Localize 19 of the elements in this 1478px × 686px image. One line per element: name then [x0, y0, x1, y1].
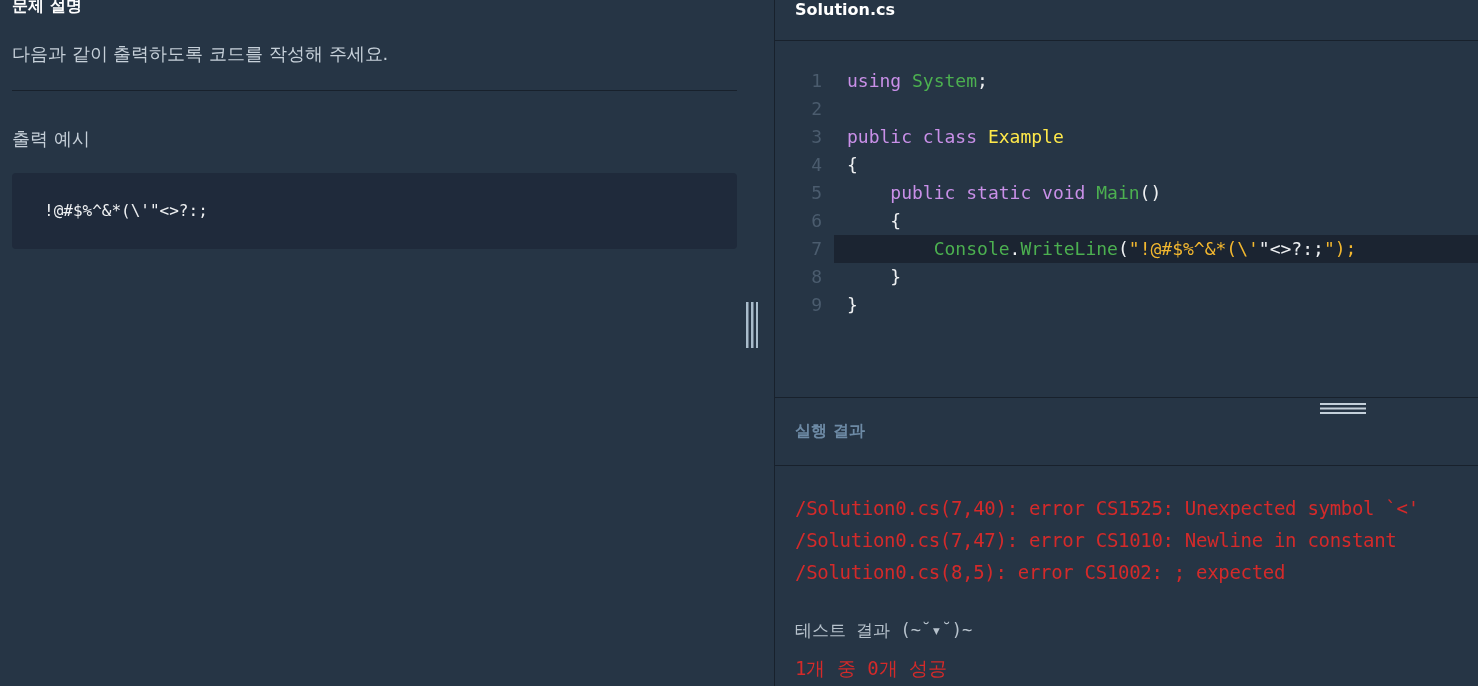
problem-description: 다음과 같이 출력하도록 코드를 작성해 주세요. — [12, 42, 390, 66]
panel-title: 실행 결과 — [795, 421, 865, 442]
file-tab[interactable]: Solution.cs — [795, 2, 895, 18]
code-line: public static void Main() — [889, 181, 1163, 205]
section-title: 출력 예시 — [12, 127, 91, 151]
code-line: using System; — [846, 69, 989, 93]
code-line: } — [889, 265, 903, 289]
code-line: } — [846, 293, 859, 317]
drag-handle-icon[interactable] — [1320, 403, 1366, 415]
code-line: { — [846, 153, 859, 177]
code-line: { — [889, 209, 903, 233]
test-result-title: 테스트 결과 (~˘▾˘)~ — [795, 619, 974, 642]
error-message: /Solution0.cs(7,40): error CS1525: Unexpected symbol `<' — [795, 496, 1420, 521]
test-summary: 1개 중 0개 성공 — [795, 656, 949, 680]
error-message: /Solution0.cs(7,47): error CS1010: Newline in constant — [795, 528, 1398, 553]
resize-handle-icon[interactable] — [746, 302, 758, 348]
example-output: !@#$%^&*(\'"<>?:; — [12, 173, 737, 249]
error-message: /Solution0.cs(8,5): error CS1002: ; expected — [795, 560, 1287, 585]
code-line: public class Example — [846, 125, 1065, 149]
